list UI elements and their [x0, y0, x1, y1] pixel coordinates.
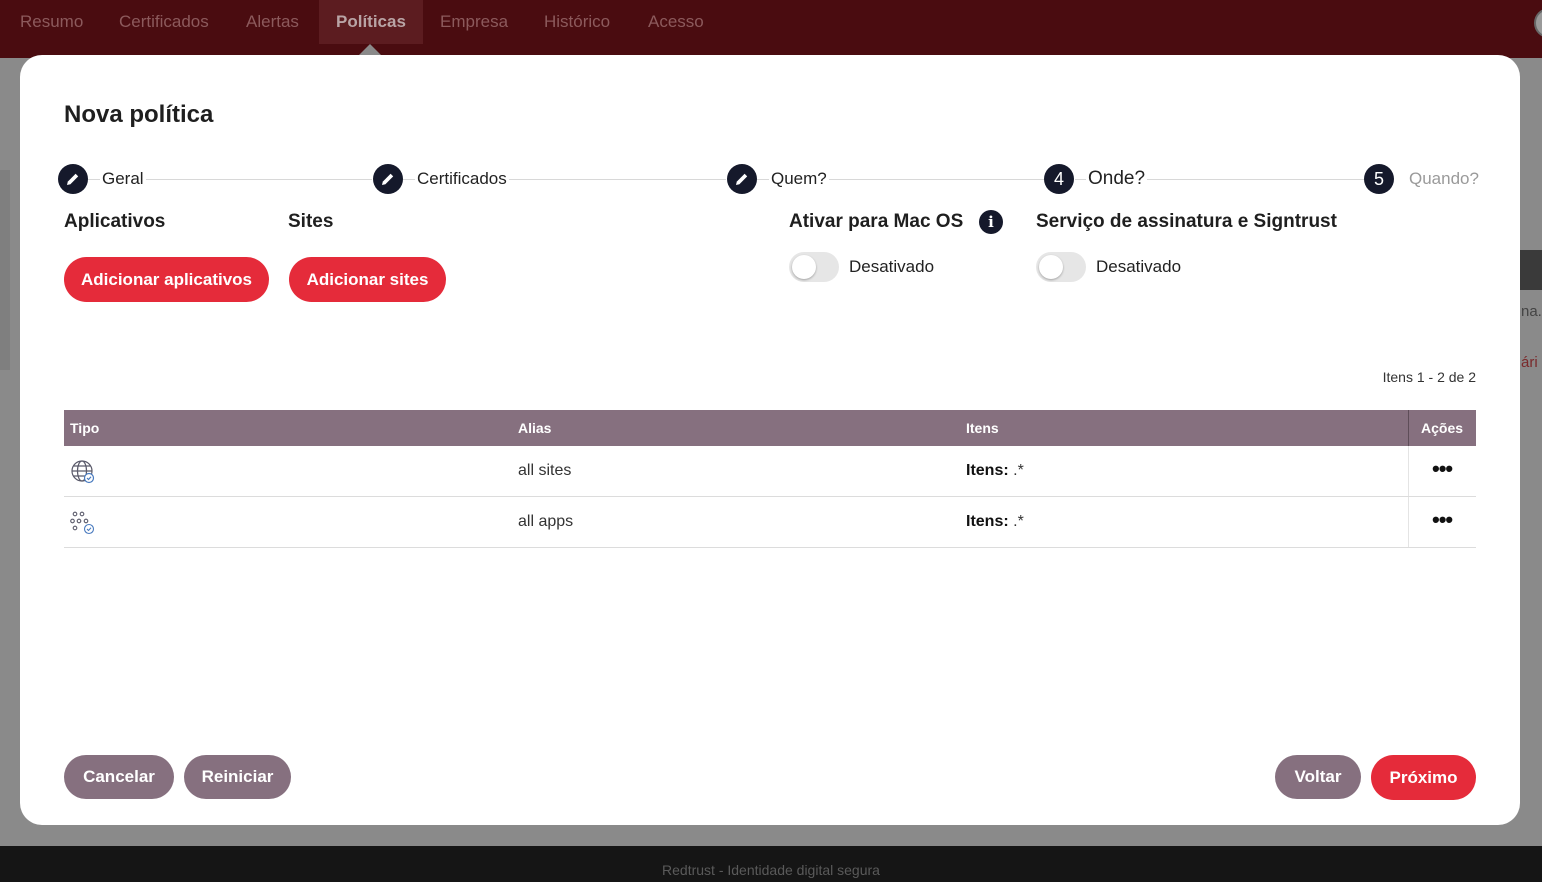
nav-item-resumo[interactable]: Resumo	[20, 0, 83, 44]
apps-heading: Aplicativos	[64, 211, 166, 232]
column-header-actions: Ações	[1421, 420, 1464, 436]
row-divider	[1408, 497, 1409, 547]
apps-check-icon	[70, 510, 96, 541]
step-label-geral[interactable]: Geral	[100, 169, 146, 189]
step-label-certificados[interactable]: Certificados	[415, 169, 509, 189]
next-button[interactable]: Próximo	[1371, 755, 1476, 800]
macos-toggle-label: Desativado	[849, 257, 935, 276]
step-certificados-pencil-icon[interactable]	[373, 164, 403, 194]
nav-item-certificados[interactable]: Certificados	[119, 0, 209, 44]
cancel-button[interactable]: Cancelar	[64, 755, 174, 799]
row-items-value: .*	[1008, 462, 1024, 479]
policy-items-table: Tipo Alias Itens Ações all sites Itens: …	[64, 410, 1476, 548]
row-items: Itens: .*	[966, 446, 1024, 496]
row-alias: all apps	[518, 513, 574, 530]
table-row: all apps Itens: .* •••	[64, 497, 1476, 548]
step-geral-pencil-icon[interactable]	[58, 164, 88, 194]
step-onde-number: 4	[1044, 164, 1074, 194]
column-header-type[interactable]: Tipo	[70, 410, 99, 446]
add-apps-button[interactable]: Adicionar aplicativos	[64, 257, 269, 302]
background-header-cell	[1520, 250, 1542, 290]
step-label-quando: Quando?	[1407, 169, 1481, 189]
signtrust-heading: Serviço de assinatura e Signtrust	[1036, 211, 1337, 232]
top-navigation: Resumo Certificados Alertas Políticas Em…	[0, 0, 1542, 58]
toggle-knob	[792, 255, 816, 279]
step-quando-number: 5	[1364, 164, 1394, 194]
nav-item-alertas[interactable]: Alertas	[246, 0, 299, 44]
modal-title: Nova política	[64, 101, 214, 128]
row-items-label: Itens:	[966, 513, 1009, 530]
row-items-label: Itens:	[966, 462, 1009, 479]
column-header-items[interactable]: Itens	[966, 410, 999, 446]
step-quem-pencil-icon[interactable]	[727, 164, 757, 194]
add-sites-button[interactable]: Adicionar sites	[289, 257, 446, 302]
macos-heading: Ativar para Mac OS	[789, 211, 964, 232]
header-divider	[1408, 410, 1409, 446]
nav-item-historico[interactable]: Histórico	[544, 0, 610, 44]
globe-check-icon	[70, 459, 96, 490]
row-items: Itens: .*	[966, 497, 1024, 547]
nav-item-empresa[interactable]: Empresa	[440, 0, 508, 44]
toggle-knob	[1039, 255, 1063, 279]
macos-toggle[interactable]	[789, 252, 839, 282]
new-policy-modal: Nova política Geral Certificados Quem? 4…	[20, 55, 1520, 825]
table-row: all sites Itens: .* •••	[64, 446, 1476, 497]
row-alias: all sites	[518, 462, 572, 479]
back-button[interactable]: Voltar	[1275, 755, 1361, 799]
row-actions-menu-icon[interactable]: •••	[1432, 446, 1453, 496]
table-header: Tipo Alias Itens Ações	[64, 410, 1476, 446]
background-panel	[0, 170, 10, 370]
background-text: na.	[1521, 303, 1542, 320]
reset-button[interactable]: Reiniciar	[184, 755, 291, 799]
footer-text: Redtrust - Identidade digital segura	[662, 862, 880, 878]
row-divider	[1408, 446, 1409, 496]
info-icon[interactable]: i	[979, 210, 1003, 234]
column-header-alias[interactable]: Alias	[518, 410, 551, 446]
sites-heading: Sites	[288, 211, 334, 232]
page-footer: Redtrust - Identidade digital segura	[0, 846, 1542, 882]
signtrust-toggle-label: Desativado	[1096, 257, 1182, 276]
step-label-onde: Onde?	[1086, 168, 1148, 190]
avatar[interactable]	[1534, 8, 1542, 38]
step-label-quem[interactable]: Quem?	[769, 169, 829, 189]
background-link: ári	[1521, 354, 1538, 371]
nav-item-acesso[interactable]: Acesso	[648, 0, 704, 44]
signtrust-toggle[interactable]	[1036, 252, 1086, 282]
row-actions-menu-icon[interactable]: •••	[1432, 497, 1453, 547]
pagination-info: Itens 1 - 2 de 2	[1382, 369, 1476, 385]
row-items-value: .*	[1008, 513, 1024, 530]
nav-item-politicas[interactable]: Políticas	[319, 0, 423, 44]
